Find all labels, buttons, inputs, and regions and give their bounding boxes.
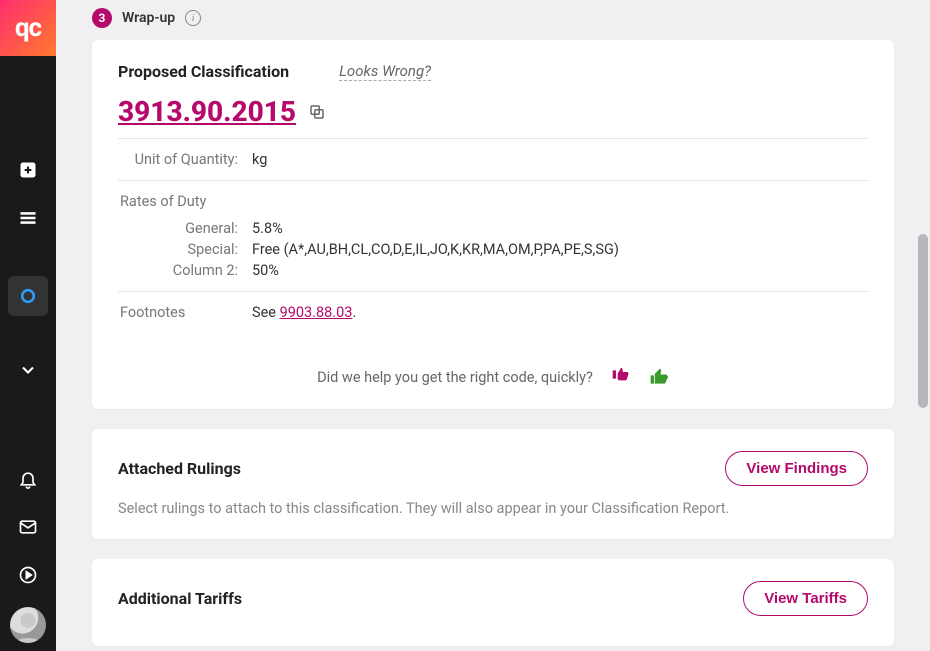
special-label: Special: (120, 241, 238, 258)
column2-label: Column 2: (120, 262, 238, 279)
avatar[interactable] (10, 607, 46, 643)
active-nav-button[interactable] (8, 276, 48, 316)
tariffs-title: Additional Tariffs (118, 589, 242, 608)
mail-icon (18, 517, 38, 537)
rulings-desc: Select rulings to attach to this classif… (118, 500, 868, 517)
main-content: 3 Wrap-up i Proposed Classification Look… (56, 0, 930, 651)
step-label: Wrap-up (122, 10, 175, 26)
general-label: General: (120, 220, 238, 237)
list-icon (18, 208, 38, 228)
footnotes-label: Footnotes (120, 304, 238, 321)
step-number-badge: 3 (92, 8, 112, 28)
bell-icon (18, 469, 38, 489)
list-button[interactable] (8, 198, 48, 238)
proposed-classification-card: Proposed Classification Looks Wrong? 391… (92, 40, 894, 409)
copy-code-button[interactable] (308, 103, 326, 121)
logo[interactable]: qc (0, 0, 56, 56)
thumbs-up-button[interactable] (649, 367, 669, 387)
sidebar: qc (0, 0, 56, 651)
footnotes-suffix: . (352, 304, 356, 321)
proposed-title: Proposed Classification (118, 62, 289, 81)
copy-icon (308, 103, 326, 121)
play-button[interactable] (8, 555, 48, 595)
footnotes-value: See 9903.88.03. (252, 304, 356, 321)
view-tariffs-button[interactable]: View Tariffs (743, 581, 868, 616)
additional-tariffs-card: Additional Tariffs View Tariffs (92, 559, 894, 646)
info-icon[interactable]: i (185, 10, 201, 26)
messages-button[interactable] (8, 507, 48, 547)
new-button[interactable] (8, 150, 48, 190)
rates-label: Rates of Duty (120, 193, 206, 216)
footnotes-prefix: See (252, 304, 280, 321)
rulings-title: Attached Rulings (118, 459, 241, 478)
plus-icon (18, 160, 38, 180)
chevron-down-icon (18, 360, 38, 380)
scrollbar-thumb[interactable] (918, 234, 928, 408)
thumbs-up-icon (649, 367, 669, 387)
footnote-link[interactable]: 9903.88.03 (280, 304, 353, 321)
special-value: Free (A*,AU,BH,CL,CO,D,E,IL,JO,K,KR,MA,O… (252, 241, 619, 258)
expand-toggle[interactable] (8, 350, 48, 390)
feedback-row: Did we help you get the right code, quic… (118, 367, 868, 387)
attached-rulings-card: Attached Rulings View Findings Select ru… (92, 429, 894, 539)
thumbs-down-icon (611, 367, 631, 387)
unit-value: kg (252, 151, 267, 168)
play-circle-icon (18, 565, 38, 585)
column2-value: 50% (252, 262, 279, 279)
notifications-button[interactable] (8, 459, 48, 499)
unit-label: Unit of Quantity: (120, 151, 238, 168)
view-findings-button[interactable]: View Findings (725, 451, 868, 486)
thumbs-down-button[interactable] (611, 367, 631, 387)
general-value: 5.8% (252, 220, 283, 237)
ring-icon (18, 286, 38, 306)
looks-wrong-link[interactable]: Looks Wrong? (339, 62, 431, 81)
classification-code[interactable]: 3913.90.2015 (118, 95, 296, 128)
user-icon (10, 607, 46, 643)
step-header: 3 Wrap-up i (92, 0, 894, 40)
feedback-prompt: Did we help you get the right code, quic… (317, 369, 593, 386)
